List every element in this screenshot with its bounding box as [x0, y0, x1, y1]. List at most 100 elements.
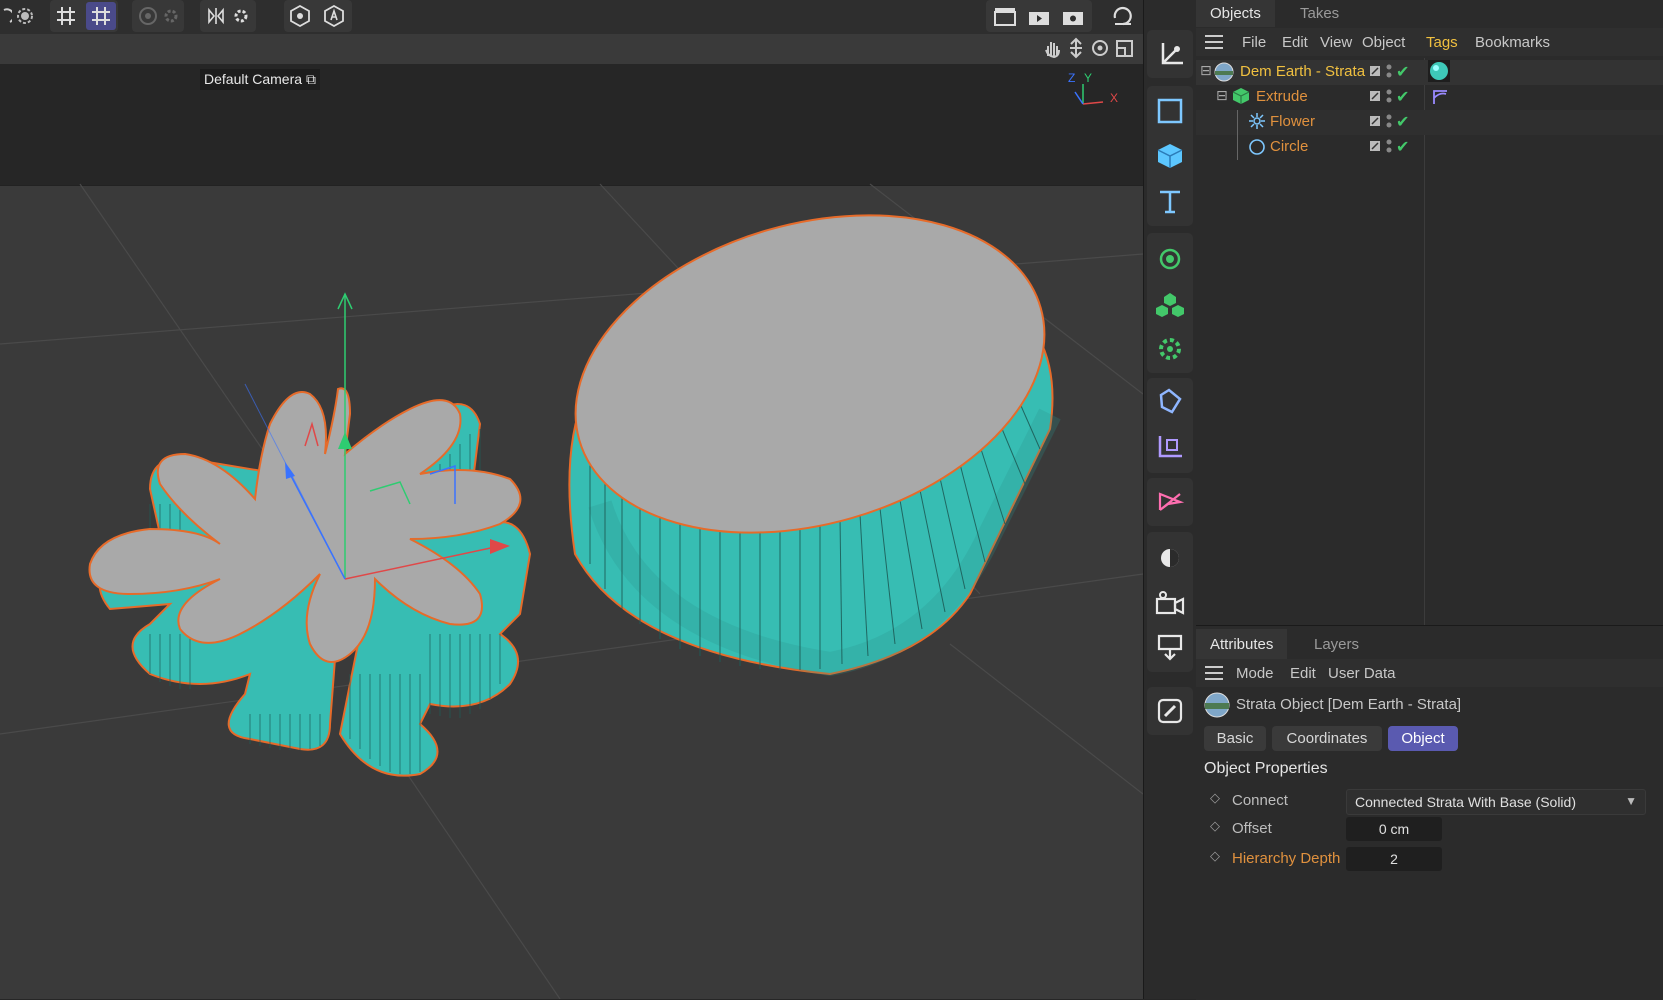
coordinates-tab-button[interactable]: Coordinates	[1272, 726, 1382, 751]
effector-icon[interactable]	[1148, 328, 1192, 370]
cube-primitive-icon[interactable]	[1148, 135, 1192, 177]
object-row-extrude[interactable]: ⊟ Extrude ✔	[1196, 85, 1663, 110]
axis-label-z: Z	[1068, 71, 1076, 85]
grid-icon[interactable]	[52, 2, 80, 30]
cube-icon	[1232, 87, 1250, 109]
symmetry-gear-icon[interactable]	[230, 2, 252, 30]
object-name: Circle	[1270, 138, 1309, 155]
phong-tag-icon[interactable]	[1431, 88, 1449, 110]
globe-icon	[1214, 62, 1234, 86]
workplane-icon[interactable]	[136, 2, 160, 30]
field-icon[interactable]	[1148, 425, 1192, 467]
redshift-icon[interactable]	[1108, 2, 1138, 30]
strata-object-icon	[1204, 692, 1230, 723]
view-axis-indicator	[1074, 84, 1104, 105]
object-name: Flower	[1270, 113, 1316, 130]
menu-bookmarks[interactable]: Bookmarks	[1475, 34, 1550, 51]
axis-label-x: X	[1110, 91, 1119, 105]
edit-visibility-icon[interactable]	[1369, 89, 1381, 106]
keyframe-diamond-icon[interactable]: ◇	[1210, 818, 1220, 834]
object-name: Dem Earth - Strata	[1240, 63, 1366, 80]
object-title: Strata Object [Dem Earth - Strata]	[1236, 696, 1462, 713]
edit-visibility-icon[interactable]	[1369, 64, 1381, 81]
offset-label: Offset	[1232, 820, 1272, 837]
workplane-gear-icon[interactable]	[160, 2, 182, 30]
hamburger-menu-icon[interactable]	[1204, 34, 1224, 55]
chevron-down-icon: ▼	[1625, 794, 1637, 808]
object-tab-button[interactable]: Object	[1388, 726, 1458, 751]
text-tool-icon[interactable]	[1148, 180, 1192, 222]
keyframe-diamond-icon[interactable]: ◇	[1210, 848, 1220, 864]
menu-user-data[interactable]: User Data	[1328, 665, 1396, 682]
tab-layers[interactable]: Layers	[1300, 629, 1373, 659]
visibility-dots-icon[interactable]	[1386, 88, 1392, 108]
lock-hexagon-icon[interactable]	[286, 2, 314, 30]
edit-tool-icon[interactable]	[1148, 690, 1192, 732]
keyframe-diamond-icon[interactable]: ◇	[1210, 790, 1220, 806]
render-view-icon[interactable]	[990, 2, 1020, 30]
material-tag-icon[interactable]	[1428, 60, 1450, 86]
circle-icon	[1248, 138, 1266, 160]
menu-mode[interactable]: Mode	[1236, 665, 1274, 682]
enabled-check-icon[interactable]: ✔	[1396, 112, 1409, 132]
hamburger-menu-icon[interactable]	[1204, 665, 1224, 686]
tool-palette	[1143, 0, 1197, 999]
render-to-picture-viewer-icon[interactable]	[1024, 2, 1054, 30]
floor-icon[interactable]	[1148, 626, 1192, 668]
visibility-dots-icon[interactable]	[1386, 63, 1392, 83]
camera-icon[interactable]	[1148, 582, 1192, 624]
auto-key-icon[interactable]	[320, 2, 348, 30]
connect-label: Connect	[1232, 792, 1288, 809]
scene-canvas	[0, 84, 1143, 999]
edit-visibility-icon[interactable]	[1369, 114, 1381, 131]
connect-dropdown[interactable]: Connected Strata With Base (Solid) ▼	[1346, 789, 1646, 815]
top-toolbar	[0, 0, 1143, 34]
flower-icon	[1248, 112, 1266, 134]
snap-settings-gear-icon[interactable]	[14, 2, 36, 30]
basic-tab-button[interactable]: Basic	[1204, 726, 1266, 751]
object-row-flower[interactable]: Flower ✔	[1196, 110, 1663, 160]
coordinate-system-icon[interactable]	[1148, 33, 1192, 75]
plane-primitive-icon[interactable]	[1148, 90, 1192, 132]
grid-snap-icon[interactable]	[86, 2, 116, 30]
subdivision-generator-icon[interactable]	[1148, 238, 1192, 280]
object-row-dem-earth[interactable]: ⊟ Dem Earth - Strata ✔	[1196, 60, 1663, 85]
menu-view[interactable]: View	[1320, 34, 1352, 51]
flower-object[interactable]	[88, 387, 532, 777]
hierarchy-depth-field[interactable]: 2	[1346, 847, 1442, 871]
light-icon[interactable]	[1148, 537, 1192, 579]
menu-edit[interactable]: Edit	[1290, 665, 1316, 682]
visibility-dots-icon[interactable]	[1386, 138, 1392, 158]
menu-object[interactable]: Object	[1362, 34, 1405, 51]
3d-viewport[interactable]: Default Camera ⧉ Z Y X	[0, 34, 1143, 999]
cylinder-object[interactable]	[538, 164, 1082, 677]
menu-file[interactable]: File	[1242, 34, 1266, 51]
tab-objects[interactable]: Objects	[1196, 0, 1275, 27]
snap-icon[interactable]	[0, 2, 14, 30]
enabled-check-icon[interactable]: ✔	[1396, 137, 1409, 157]
enabled-check-icon[interactable]: ✔	[1396, 87, 1409, 107]
tab-attributes[interactable]: Attributes	[1196, 629, 1288, 659]
tab-takes[interactable]: Takes	[1286, 0, 1353, 27]
expand-toggle[interactable]: ⊟	[1200, 62, 1212, 79]
objects-panel: Objects Takes File Edit View Object Tags…	[1196, 0, 1663, 625]
object-row-circle[interactable]: Circle ✔	[1196, 135, 1663, 160]
cloner-icon[interactable]	[1148, 283, 1192, 325]
render-settings-icon[interactable]	[1058, 2, 1088, 30]
section-title: Object Properties	[1204, 760, 1328, 777]
object-name: Extrude	[1256, 88, 1308, 105]
symmetry-icon[interactable]	[204, 2, 228, 30]
attributes-panel: Attributes Layers Mode Edit User Data St…	[1196, 625, 1663, 1000]
offset-field[interactable]: 0 cm	[1346, 817, 1442, 841]
spline-pen-icon[interactable]	[1148, 481, 1192, 523]
hierarchy-depth-label: Hierarchy Depth	[1232, 850, 1341, 867]
axis-label-y: Y	[1084, 71, 1093, 85]
edit-visibility-icon[interactable]	[1369, 139, 1381, 156]
expand-toggle[interactable]: ⊟	[1216, 87, 1228, 104]
enabled-check-icon[interactable]: ✔	[1396, 62, 1409, 82]
deformer-icon[interactable]	[1148, 380, 1192, 422]
visibility-dots-icon[interactable]	[1386, 113, 1392, 133]
menu-edit[interactable]: Edit	[1282, 34, 1308, 51]
connect-value: Connected Strata With Base (Solid)	[1355, 794, 1576, 810]
menu-tags[interactable]: Tags	[1426, 34, 1458, 51]
